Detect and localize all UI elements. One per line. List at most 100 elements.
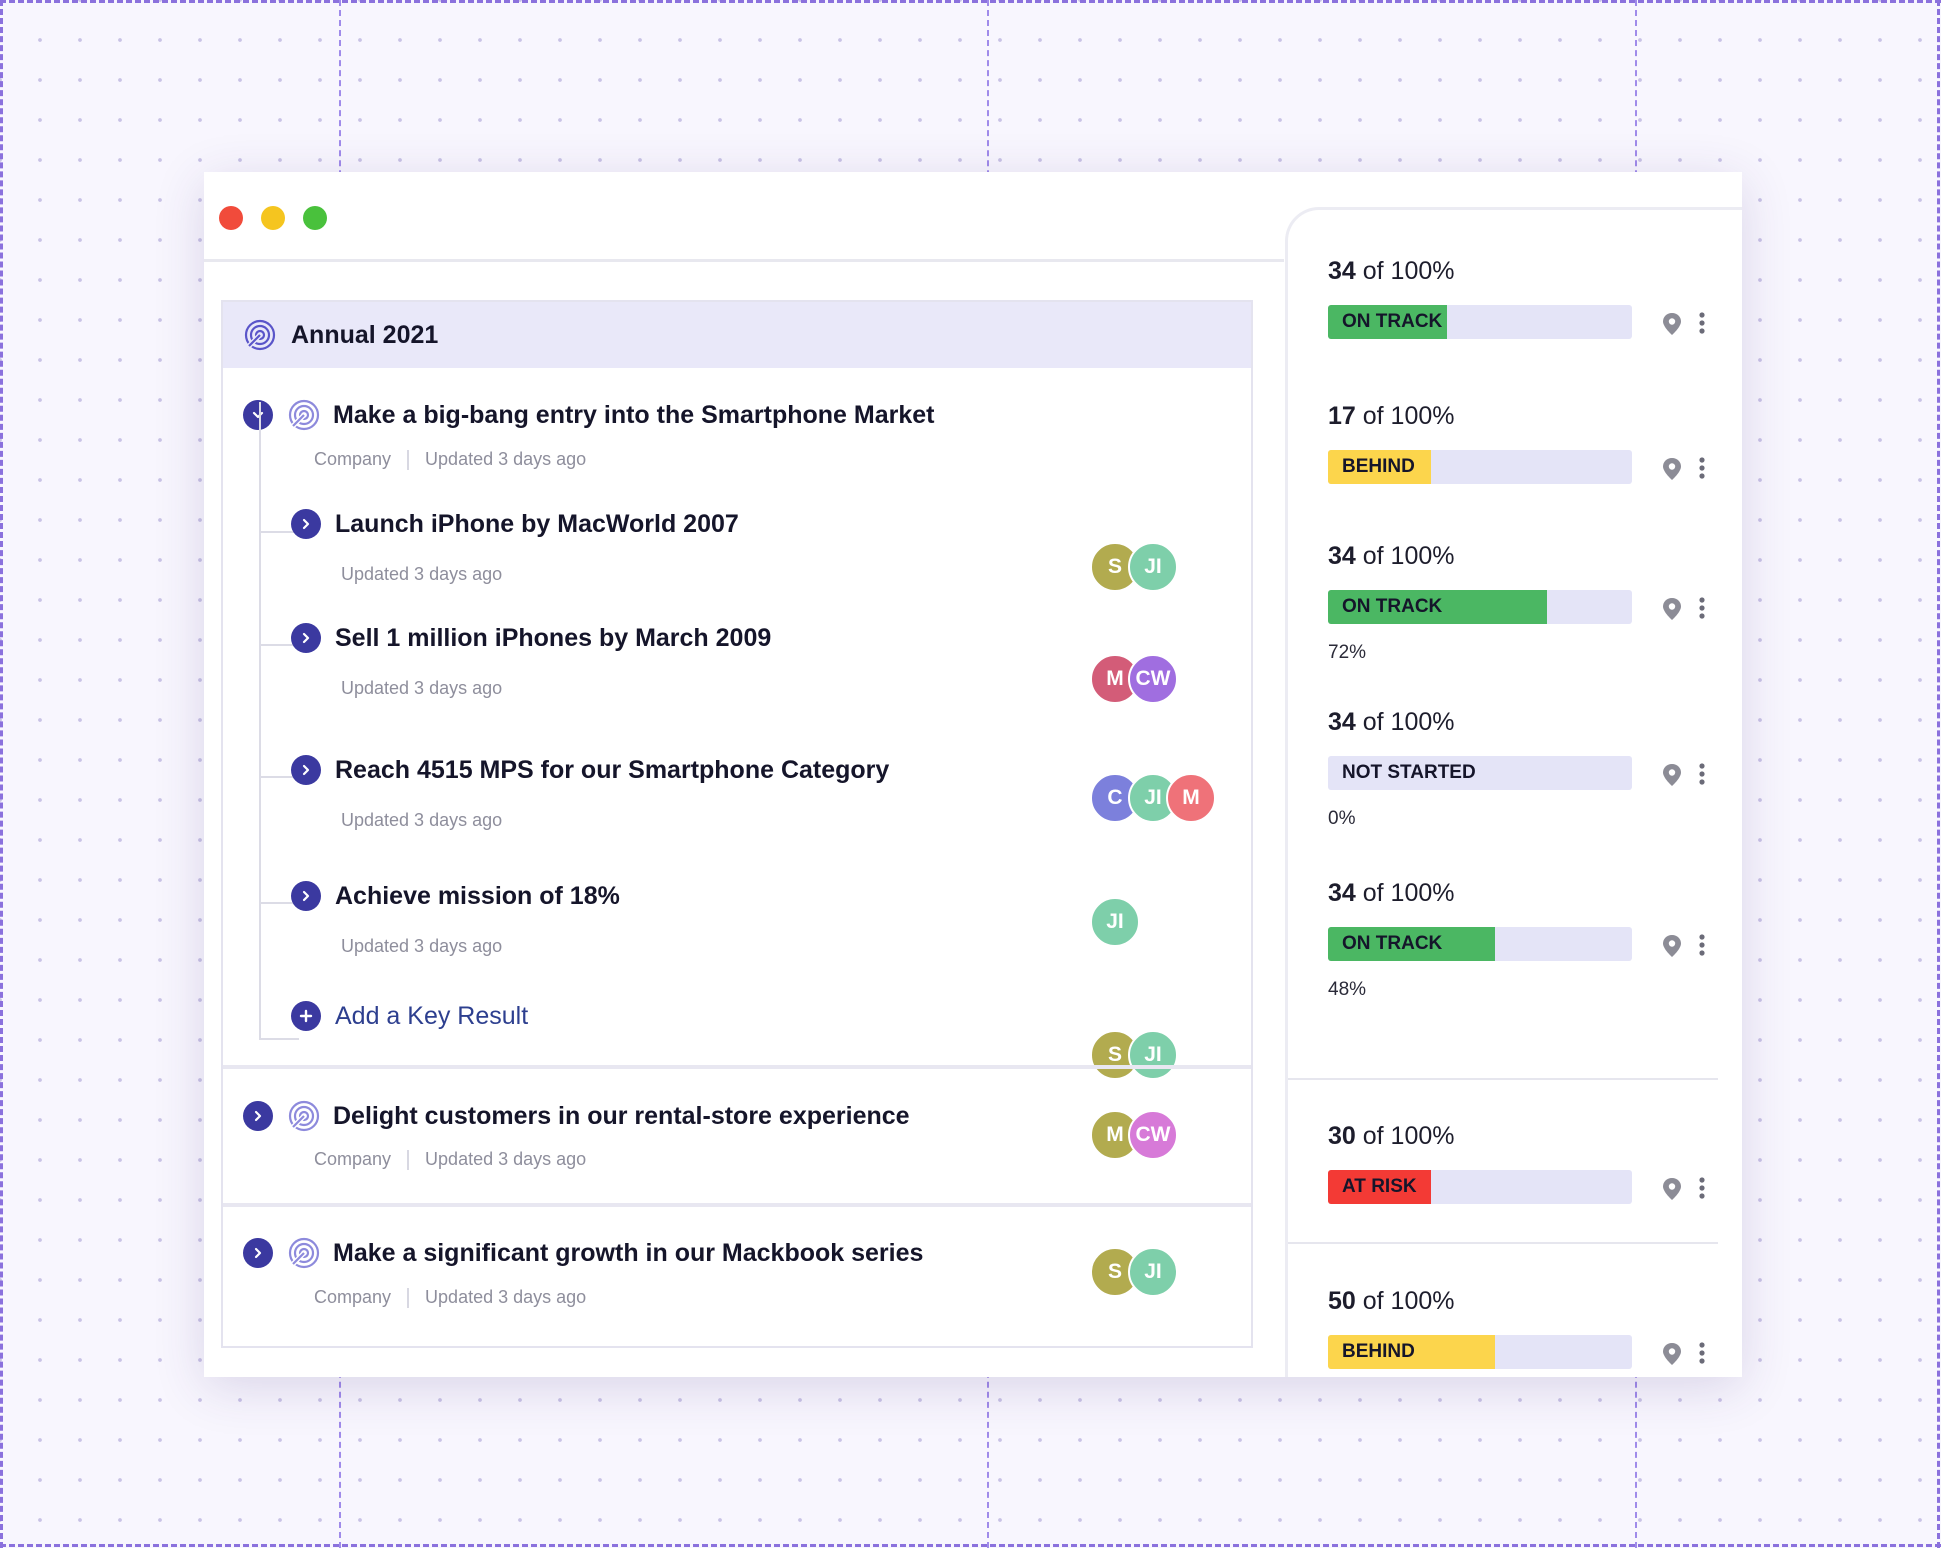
- status-badge: BEHIND: [1342, 1341, 1415, 1362]
- objective-owners[interactable]: S JI: [1090, 1247, 1178, 1297]
- more-options-icon[interactable]: [1698, 456, 1706, 480]
- progress-percent: 0%: [1328, 808, 1356, 829]
- progress-suffix: of 100%: [1362, 257, 1455, 285]
- status-badge: ON TRACK: [1342, 933, 1443, 954]
- location-pin-icon[interactable]: [1661, 312, 1683, 336]
- chevron-right-icon[interactable]: [243, 1101, 273, 1131]
- progress-suffix: of 100%: [1362, 1122, 1455, 1150]
- target-icon: [287, 398, 321, 432]
- avatar[interactable]: JI: [1128, 1030, 1178, 1080]
- objective-tag: Company: [314, 1149, 392, 1169]
- key-result-updated: Updated 3 days ago: [341, 810, 503, 830]
- target-icon: [243, 318, 277, 352]
- key-result-updated: Updated 3 days ago: [341, 936, 503, 956]
- maximize-window-button[interactable]: [303, 206, 327, 230]
- meta-separator: [407, 449, 410, 470]
- add-key-result-button[interactable]: Add a Key Result: [291, 1001, 528, 1031]
- progress-bar-row: NOT STARTED: [1328, 756, 1728, 792]
- chevron-right-icon[interactable]: [243, 1238, 273, 1268]
- progress-bar-row: ON TRACK: [1328, 305, 1728, 341]
- key-result-row[interactable]: Reach 4515 MPS for our Smartphone Catego…: [291, 755, 889, 785]
- progress-bar[interactable]: ON TRACK: [1328, 590, 1632, 624]
- progress-item: 30 of 100% AT RISK: [1328, 1122, 1728, 1204]
- status-badge: NOT STARTED: [1342, 762, 1476, 783]
- more-options-icon[interactable]: [1698, 1341, 1706, 1365]
- progress-bar[interactable]: ON TRACK: [1328, 927, 1632, 961]
- key-result-row[interactable]: Sell 1 million iPhones by March 2009: [291, 623, 771, 653]
- chevron-down-icon[interactable]: [243, 400, 273, 430]
- progress-value: 50: [1328, 1287, 1356, 1315]
- objective-row[interactable]: Delight customers in our rental-store ex…: [243, 1099, 910, 1133]
- key-result-title[interactable]: Sell 1 million iPhones by March 2009: [335, 624, 771, 653]
- progress-value: 34: [1328, 542, 1356, 570]
- objective-title[interactable]: Delight customers in our rental-store ex…: [333, 1102, 910, 1131]
- progress-suffix: of 100%: [1362, 402, 1455, 430]
- key-result-owners[interactable]: C JI M: [1090, 773, 1216, 823]
- progress-bar-row: BEHIND: [1328, 450, 1728, 486]
- location-pin-icon[interactable]: [1661, 1342, 1683, 1366]
- add-key-result-label: Add a Key Result: [335, 1001, 529, 1030]
- progress-bar[interactable]: BEHIND: [1328, 450, 1632, 484]
- avatar[interactable]: JI: [1090, 897, 1140, 947]
- period-header[interactable]: Annual 2021: [223, 302, 1251, 368]
- objective-meta: Company Updated 3 days ago: [314, 449, 586, 470]
- location-pin-icon[interactable]: [1661, 457, 1683, 481]
- progress-bar[interactable]: BEHIND: [1328, 1335, 1632, 1369]
- key-result-owners[interactable]: S JI: [1090, 1030, 1178, 1080]
- location-pin-icon[interactable]: [1661, 1177, 1683, 1201]
- location-pin-icon[interactable]: [1661, 597, 1683, 621]
- progress-percent: 48%: [1328, 979, 1367, 1000]
- objective-tag: Company: [314, 449, 392, 469]
- app-window: Annual 2021 Make a big-bang entry into t…: [204, 172, 1742, 1377]
- progress-bar[interactable]: NOT STARTED: [1328, 756, 1632, 790]
- objective-title[interactable]: Make a big-bang entry into the Smartphon…: [333, 401, 934, 430]
- meta-separator: [407, 1287, 410, 1308]
- progress-bar[interactable]: ON TRACK: [1328, 305, 1632, 339]
- status-badge: ON TRACK: [1342, 311, 1443, 332]
- chevron-right-icon[interactable]: [291, 623, 321, 653]
- avatar[interactable]: M: [1166, 773, 1216, 823]
- objective-row[interactable]: Make a significant growth in our Mackboo…: [243, 1236, 923, 1270]
- location-pin-icon[interactable]: [1661, 934, 1683, 958]
- key-result-title[interactable]: Reach 4515 MPS for our Smartphone Catego…: [335, 756, 889, 785]
- objective-row[interactable]: Make a big-bang entry into the Smartphon…: [243, 398, 934, 432]
- objective-title[interactable]: Make a significant growth in our Mackboo…: [333, 1239, 923, 1268]
- progress-suffix: of 100%: [1362, 708, 1455, 736]
- close-window-button[interactable]: [219, 206, 243, 230]
- key-result-owners[interactable]: M CW: [1090, 654, 1178, 704]
- progress-value: 34: [1328, 879, 1356, 907]
- chevron-right-icon[interactable]: [291, 509, 321, 539]
- objective-meta: Company Updated 3 days ago: [314, 1287, 586, 1308]
- location-pin-icon[interactable]: [1661, 763, 1683, 787]
- objective-owners[interactable]: M CW: [1090, 1110, 1178, 1160]
- chevron-right-icon[interactable]: [291, 755, 321, 785]
- avatar[interactable]: CW: [1128, 1110, 1178, 1160]
- objective-updated: Updated 3 days ago: [425, 449, 587, 469]
- more-options-icon[interactable]: [1698, 311, 1706, 335]
- avatar[interactable]: CW: [1128, 654, 1178, 704]
- period-title: Annual 2021: [291, 320, 439, 349]
- key-result-title[interactable]: Achieve mission of 18%: [335, 882, 620, 911]
- key-result-row[interactable]: Launch iPhone by MacWorld 2007: [291, 509, 739, 539]
- target-icon: [287, 1099, 321, 1133]
- key-result-title[interactable]: Launch iPhone by MacWorld 2007: [335, 510, 739, 539]
- progress-item: 34 of 100% ON TRACK: [1328, 257, 1728, 339]
- more-options-icon[interactable]: [1698, 933, 1706, 957]
- objective-owners[interactable]: S JI: [1090, 542, 1178, 592]
- key-result-owners[interactable]: JI: [1090, 897, 1140, 947]
- key-result-row[interactable]: Achieve mission of 18%: [291, 881, 620, 911]
- avatar[interactable]: JI: [1128, 542, 1178, 592]
- objective-updated: Updated 3 days ago: [425, 1149, 587, 1169]
- more-options-icon[interactable]: [1698, 596, 1706, 620]
- avatar[interactable]: JI: [1128, 1247, 1178, 1297]
- more-options-icon[interactable]: [1698, 762, 1706, 786]
- key-result-updated: Updated 3 days ago: [341, 564, 503, 584]
- progress-score: 30 of 100%: [1328, 1122, 1728, 1151]
- progress-bar[interactable]: AT RISK: [1328, 1170, 1632, 1204]
- progress-value: 34: [1328, 257, 1356, 285]
- minimize-window-button[interactable]: [261, 206, 285, 230]
- target-icon: [287, 1236, 321, 1270]
- chevron-right-icon[interactable]: [291, 881, 321, 911]
- plus-icon: [291, 1001, 321, 1031]
- more-options-icon[interactable]: [1698, 1176, 1706, 1200]
